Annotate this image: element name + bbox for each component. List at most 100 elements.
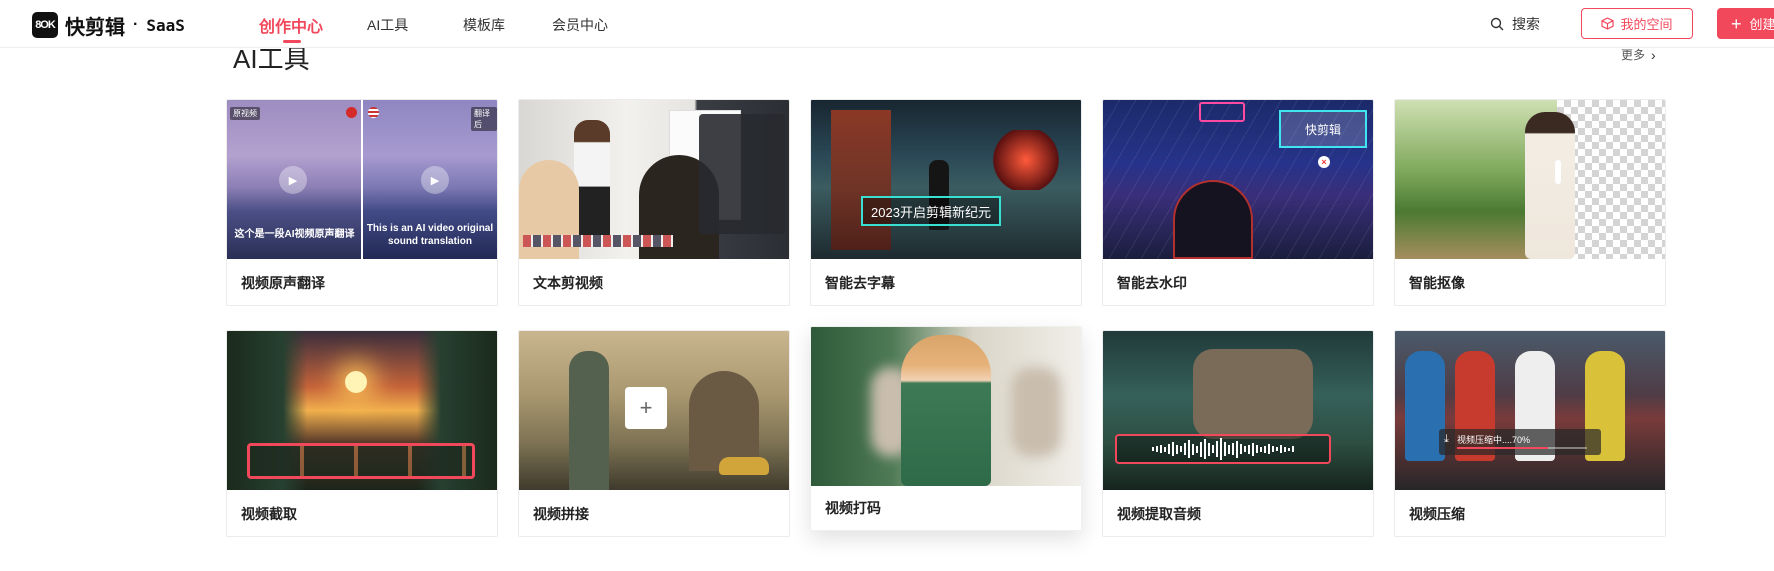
nav-item-member-center[interactable]: 会员中心 [552, 15, 608, 35]
waveform-bar [1220, 438, 1222, 460]
audio-waveform [1115, 434, 1331, 464]
waveform-bar [1268, 444, 1270, 454]
sun [345, 371, 367, 393]
nav-item-creation-center[interactable]: 创作中心 [259, 13, 323, 37]
create-button[interactable]: + 创建 [1717, 8, 1774, 39]
waveform-bar [1176, 444, 1178, 454]
compress-progress-overlay: ⤓ 视频压缩中....70% [1439, 429, 1601, 455]
waveform-bar [1284, 446, 1286, 452]
my-space-label: 我的空间 [1620, 17, 1673, 32]
cube-icon [1601, 17, 1615, 30]
caption-en: This is an AI video original sound trans… [366, 223, 494, 247]
china-flag-icon [346, 107, 357, 118]
waveform-bar [1276, 447, 1278, 451]
blur-thumbnail [811, 327, 1081, 486]
translated-tag: 翻译后 [471, 107, 497, 131]
nav-item-ai-tools[interactable]: AI工具 [367, 15, 408, 35]
nav-active-indicator [283, 40, 301, 43]
app-root: 8OK 快剪辑 · SaaS 创作中心 AI工具 模板库 会员中心 搜索 我的空… [0, 0, 1774, 571]
clip-range-selector [247, 443, 475, 479]
tool-card-remove-subtitle[interactable]: 2023开启剪辑新纪元 智能去字幕 [810, 99, 1082, 306]
caption-zh: 这个是一段AI视频原声翻译 [234, 229, 355, 240]
waveform-bar [1216, 441, 1218, 457]
translate-thumbnail: 原视频 翻译后 ▶ ▶ 这个是一段AI视频原声翻译 This is an AI … [227, 100, 497, 259]
add-clip-icon: + [625, 387, 667, 429]
waveform-bar [1200, 441, 1202, 457]
search-label: 搜索 [1512, 16, 1540, 32]
waveform-bar [1164, 446, 1166, 452]
progress-fill [1457, 447, 1548, 449]
plus-icon: + [1731, 13, 1742, 34]
waveform-bar [1228, 444, 1230, 454]
logo[interactable]: 8OK 快剪辑 · SaaS [32, 12, 185, 39]
neon-building [831, 110, 891, 250]
frame-strip [523, 235, 673, 247]
top-header: 8OK 快剪辑 · SaaS 创作中心 AI工具 模板库 会员中心 搜索 我的空… [0, 0, 1774, 48]
waveform-bar [1280, 445, 1282, 453]
waveform-bar [1172, 442, 1174, 456]
waveform-bar [1256, 445, 1258, 453]
waveform-bar [1184, 443, 1186, 455]
progress-track [1457, 447, 1587, 449]
transcript-panel [699, 114, 785, 234]
waveform-bar [1264, 445, 1266, 453]
tool-label: 视频拼接 [533, 506, 589, 522]
text-cut-thumbnail [519, 100, 789, 259]
my-space-button[interactable]: 我的空间 [1581, 8, 1693, 39]
play-icon[interactable]: ▶ [421, 166, 449, 194]
tool-card-extract-audio[interactable]: 视频提取音频 [1102, 330, 1374, 537]
tool-card-video-mosaic[interactable]: 视频打码 [810, 326, 1082, 531]
clip-thumbnail [227, 331, 497, 490]
search-icon [1490, 17, 1504, 31]
watermark-text: 快剪辑 [1304, 122, 1341, 137]
waveform-bar [1196, 445, 1198, 453]
tool-label: 文本剪视频 [533, 275, 603, 291]
waveform-bar [1208, 442, 1210, 456]
tool-label: 视频原声翻译 [241, 275, 325, 291]
tool-card-video-stitch[interactable]: + 视频拼接 [518, 330, 790, 537]
waveform-bar [1252, 442, 1254, 456]
compare-slider-handle [1555, 160, 1561, 184]
tool-card-video-translate[interactable]: 原视频 翻译后 ▶ ▶ 这个是一段AI视频原声翻译 This is an AI … [226, 99, 498, 306]
tool-card-text-cut[interactable]: 文本剪视频 [518, 99, 790, 306]
tool-label: 视频提取音频 [1117, 506, 1201, 522]
tool-label: 智能去字幕 [825, 275, 895, 291]
car [719, 457, 769, 475]
search-button[interactable]: 搜索 [1490, 14, 1540, 34]
waveform-bar [1180, 446, 1182, 452]
waveform-bar [1160, 445, 1162, 453]
waveform-bar [1204, 439, 1206, 459]
neon-sign [1199, 102, 1245, 122]
waveform-bar [1188, 440, 1190, 458]
main-subject [901, 335, 991, 486]
compress-thumbnail: ⤓ 视频压缩中....70% [1395, 331, 1665, 490]
waveform-bar [1260, 446, 1262, 452]
tool-card-remove-watermark[interactable]: 快剪辑 × 智能去水印 [1102, 99, 1374, 306]
hooded-figure [1173, 180, 1253, 259]
chevron-right-icon: › [1651, 46, 1656, 63]
us-flag-icon [368, 107, 379, 118]
waveform-bar [1292, 446, 1294, 452]
tool-label: 视频打码 [825, 500, 881, 516]
play-icon[interactable]: ▶ [279, 166, 307, 194]
tool-card-video-compress[interactable]: ⤓ 视频压缩中....70% 视频压缩 [1394, 330, 1666, 537]
waveform-bar [1212, 445, 1214, 453]
tool-card-video-clip[interactable]: 视频截取 [226, 330, 498, 537]
matting-thumbnail [1395, 100, 1665, 259]
waveform-bar [1248, 444, 1250, 454]
waveform-bar [1224, 442, 1226, 456]
waveform-bar [1232, 443, 1234, 455]
neon-light [991, 130, 1061, 190]
tool-card-matting[interactable]: 智能抠像 [1394, 99, 1666, 306]
tool-label: 视频截取 [241, 506, 297, 522]
stitch-thumbnail: + [519, 331, 789, 490]
split-divider [361, 100, 363, 259]
create-label: 创建 [1749, 17, 1774, 32]
waveform-bar [1236, 440, 1238, 458]
dome-building [689, 371, 759, 471]
subject-figure [1525, 112, 1575, 259]
nav-item-template-library[interactable]: 模板库 [463, 15, 505, 35]
more-link[interactable]: 更多 › [1621, 46, 1656, 63]
waveform-bar [1288, 447, 1290, 451]
tool-label: 智能抠像 [1409, 275, 1465, 291]
